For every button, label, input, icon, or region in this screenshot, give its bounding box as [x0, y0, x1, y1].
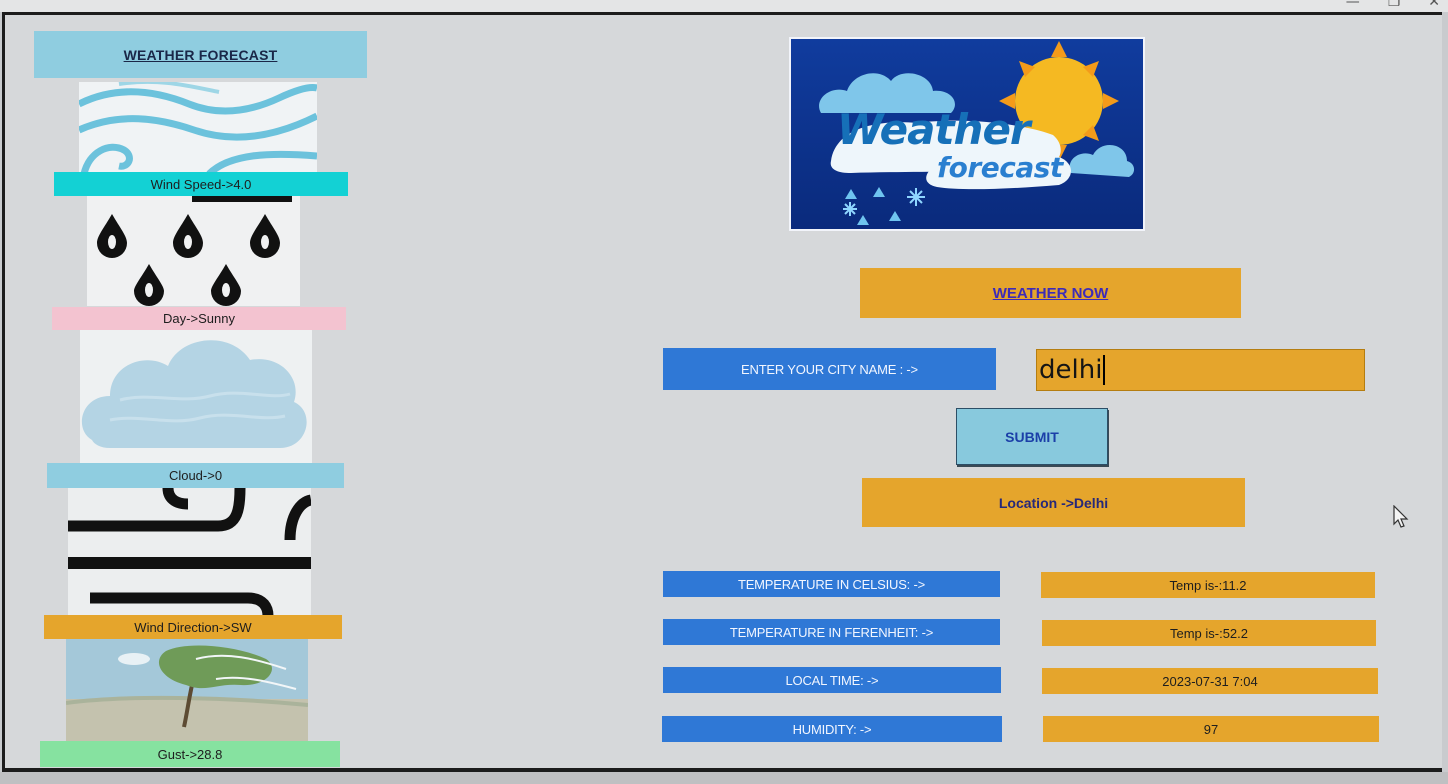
- logo-subtitle: forecast: [937, 151, 1063, 184]
- wind-icon: [79, 82, 317, 174]
- sidebar-heading: WEATHER FORECAST: [34, 31, 367, 78]
- wind-lines-image: [68, 488, 311, 616]
- celsius-label: TEMPERATURE IN CELSIUS: ->: [663, 571, 1000, 597]
- maximize-icon[interactable]: ❐: [1388, 0, 1401, 10]
- day-label: Day->Sunny: [52, 307, 346, 330]
- window-controls: — ❐ ✕: [1346, 0, 1440, 10]
- wind-direction-label: Wind Direction->SW: [44, 615, 342, 639]
- logo-title: Weather: [837, 105, 1031, 154]
- window-titlebar: — ❐ ✕: [0, 0, 1448, 12]
- submit-button[interactable]: SUBMIT: [956, 408, 1108, 465]
- local-time-label: LOCAL TIME: ->: [663, 667, 1001, 693]
- local-time-value: 2023-07-31 7:04: [1042, 668, 1378, 694]
- cloud-label: Cloud->0: [47, 463, 344, 488]
- city-input[interactable]: delhi: [1036, 349, 1365, 391]
- gust-image: [66, 639, 308, 741]
- weather-now-heading: WEATHER NOW: [860, 268, 1241, 318]
- wind-speed-label: Wind Speed->4.0: [54, 172, 348, 196]
- celsius-value: Temp is-:11.2: [1041, 572, 1375, 598]
- wind-direction-icon: [68, 488, 311, 616]
- close-icon[interactable]: ✕: [1428, 0, 1440, 10]
- humidity-value: 97: [1043, 716, 1379, 742]
- fahrenheit-label: TEMPERATURE IN FERENHEIT: ->: [663, 619, 1000, 645]
- humidity-label: HUMIDITY: ->: [662, 716, 1002, 742]
- cloud-icon: [81, 340, 307, 448]
- minimize-icon[interactable]: —: [1346, 0, 1360, 10]
- weather-forecast-logo: Weather forecast: [789, 37, 1145, 231]
- city-input-value: delhi: [1039, 355, 1103, 385]
- bottom-strip: [0, 772, 1448, 784]
- location-display: Location ->Delhi: [862, 478, 1245, 527]
- mouse-cursor-icon: [1393, 505, 1409, 528]
- cloud-image: [80, 330, 312, 463]
- wind-image: [79, 82, 317, 174]
- text-caret: [1103, 355, 1106, 385]
- windy-tree-icon: [66, 645, 308, 741]
- gust-label: Gust->28.8: [40, 741, 340, 767]
- city-label: ENTER YOUR CITY NAME : ->: [663, 348, 996, 390]
- fahrenheit-value: Temp is-:52.2: [1042, 620, 1376, 646]
- rain-drop-icon: [97, 196, 292, 306]
- rain-drops-image: [87, 196, 300, 306]
